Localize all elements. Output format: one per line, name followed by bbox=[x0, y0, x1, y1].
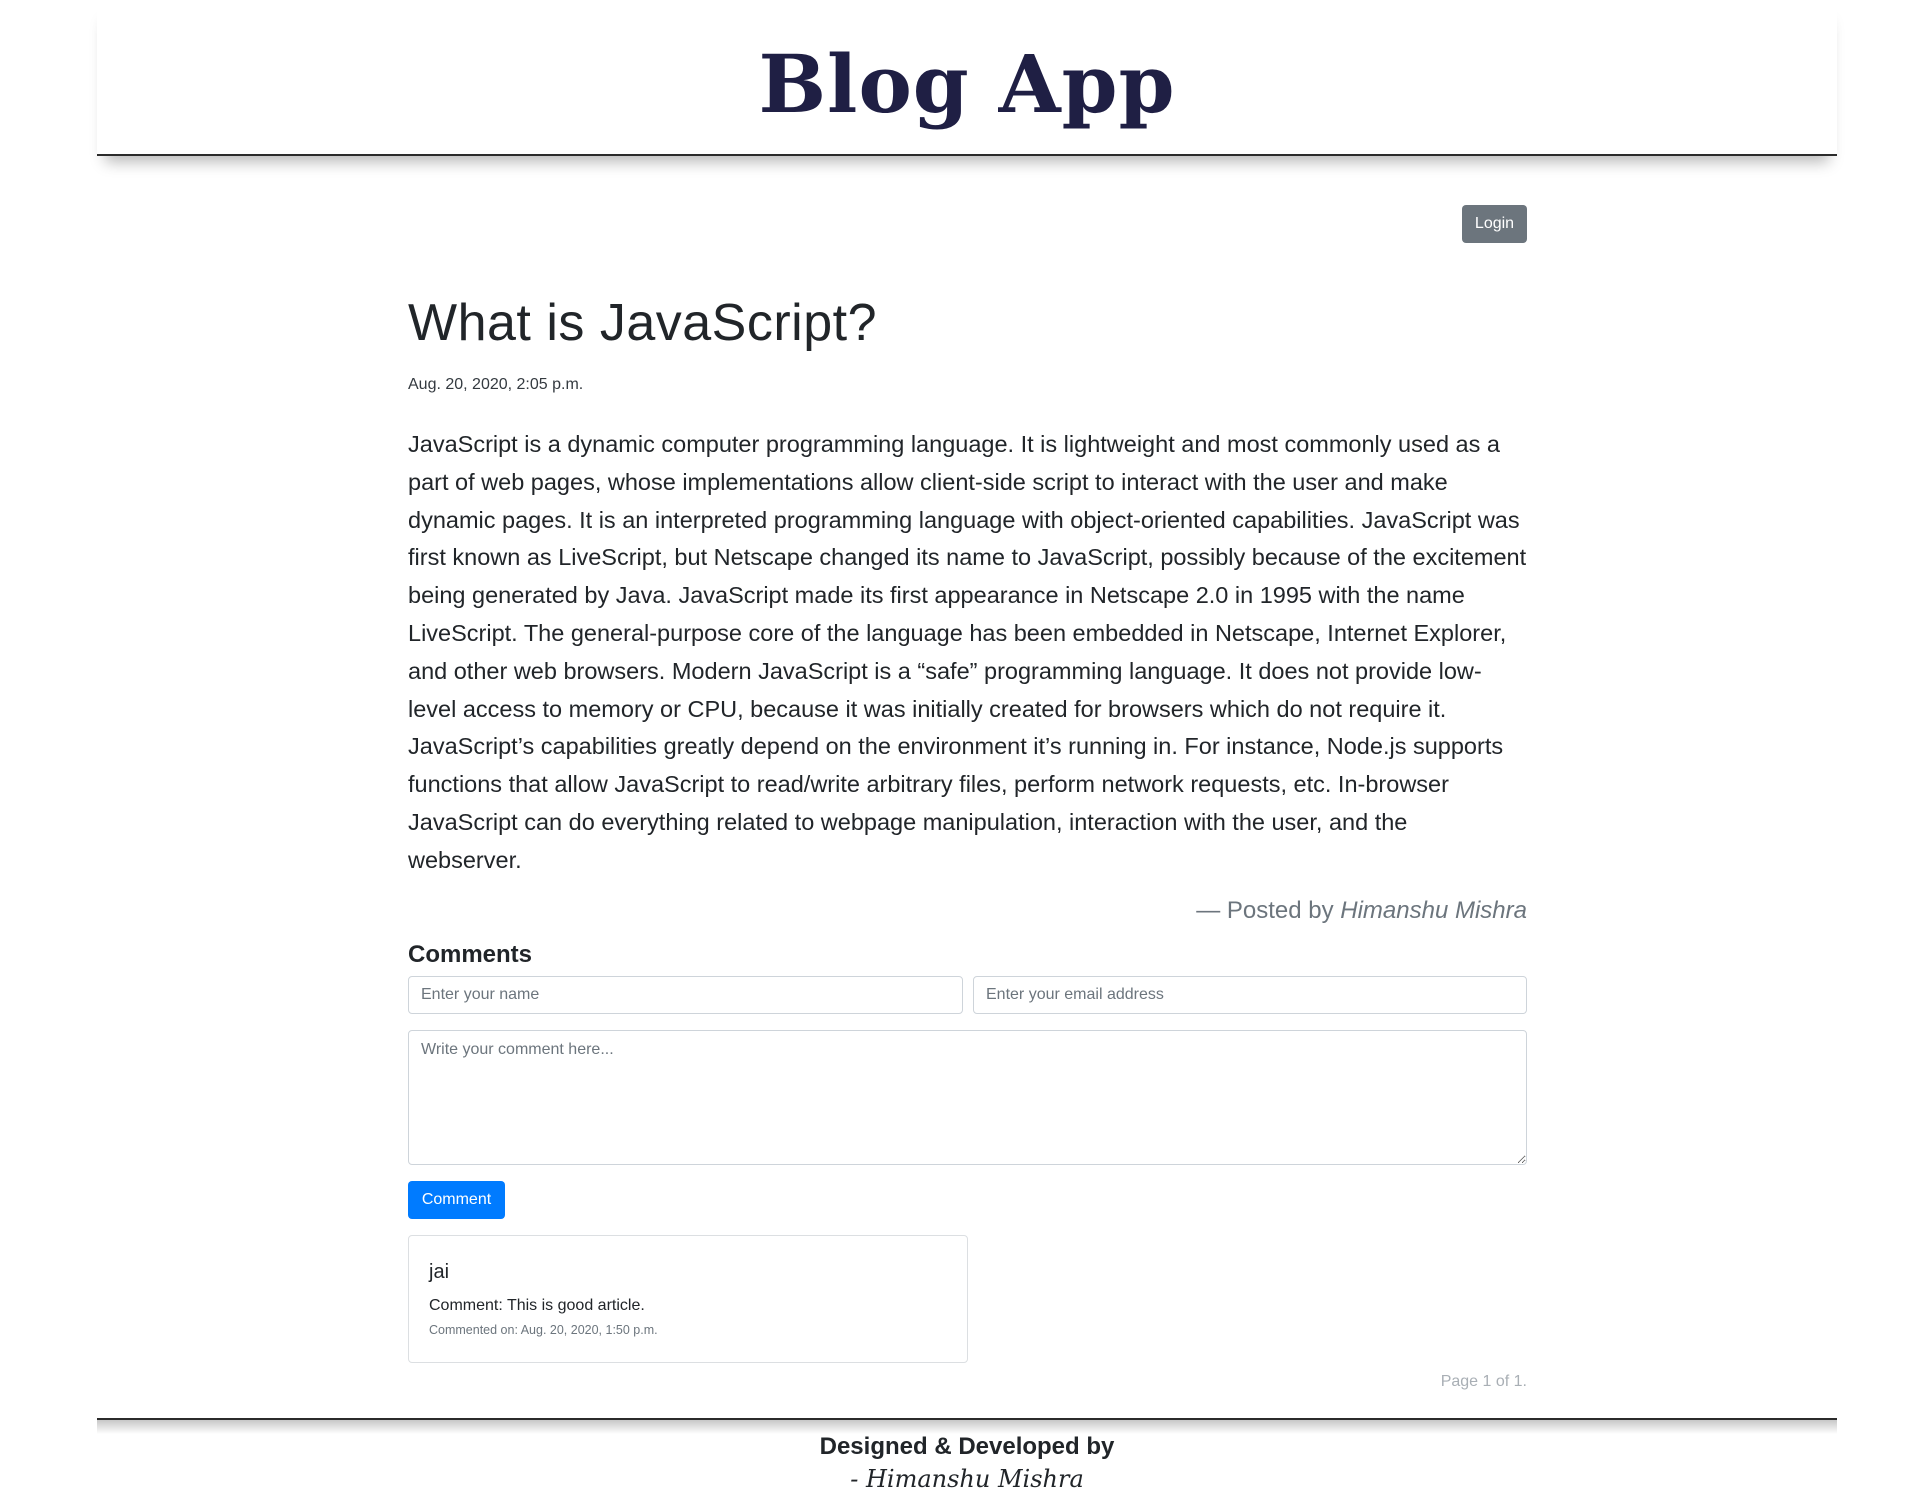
comment-text: Comment: This is good article. bbox=[429, 1297, 645, 1314]
byline-prefix: — Posted by bbox=[1196, 896, 1341, 924]
comments-heading: Comments bbox=[408, 941, 533, 968]
footer-credit: Designed & Developed by bbox=[819, 1433, 1115, 1460]
commenter-name: jai bbox=[429, 1261, 450, 1283]
comment-textarea[interactable] bbox=[408, 1030, 1527, 1165]
email-input[interactable] bbox=[973, 976, 1527, 1014]
pagination-status: Page 1 of 1. bbox=[1440, 1373, 1527, 1390]
post-body: JavaScript is a dynamic computer program… bbox=[408, 431, 1527, 873]
post-author: Himanshu Mishra bbox=[1340, 896, 1527, 924]
footer-author-signature: - Himanshu Mishra bbox=[850, 1465, 1084, 1493]
name-input[interactable] bbox=[408, 976, 963, 1014]
post-title: What is JavaScript? bbox=[408, 294, 877, 352]
post-article: What is JavaScript? Aug. 20, 2020, 2:05 … bbox=[408, 282, 1527, 928]
comment-timestamp: Commented on: Aug. 20, 2020, 1:50 p.m. bbox=[429, 1323, 658, 1337]
post-date: Aug. 20, 2020, 2:05 p.m. bbox=[408, 376, 584, 393]
brand-logo[interactable]: Blog App bbox=[97, 36, 1837, 132]
comment-submit-button[interactable]: Comment bbox=[408, 1181, 505, 1219]
site-footer: Designed & Developed by - Himanshu Mishr… bbox=[97, 1418, 1837, 1506]
post-byline: — Posted by Himanshu Mishra bbox=[408, 894, 1527, 928]
login-button[interactable]: Login bbox=[1462, 205, 1527, 243]
comment-card: jai Comment: This is good article. Comme… bbox=[408, 1235, 968, 1363]
site-header: Blog App bbox=[97, 0, 1837, 156]
